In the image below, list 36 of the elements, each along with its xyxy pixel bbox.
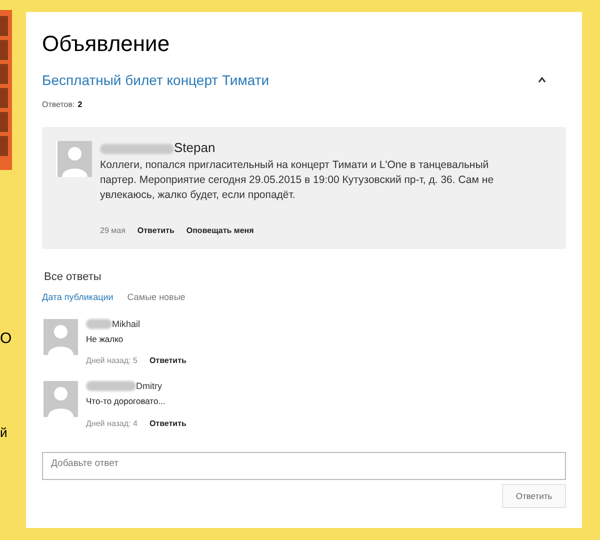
author-name: Mikhail: [112, 320, 140, 328]
side-text: й: [0, 424, 8, 442]
submit-button[interactable]: Ответить: [502, 484, 566, 508]
reply-link[interactable]: Ответить: [149, 355, 186, 368]
avatar-icon: [56, 140, 92, 176]
page-heading: Объявление: [42, 30, 171, 58]
reply-age: Дней назад: 5: [86, 355, 138, 368]
reply-text: Не жалко: [86, 332, 124, 346]
post-text: Коллеги, попался пригласительный на концерт Тимати и L'One в танцевальный партер. Мероприятие сегодня 29.05.2015 в 19:00 Кутузовский пр-т, д. 36. Сам не увлекаюсь, жалко будет, если пропадёт.: [100, 158, 495, 202]
answers-label: Ответов:: [42, 98, 75, 110]
avatar-icon: [42, 381, 78, 418]
reply-age: Дней назад: 4: [86, 418, 138, 430]
side-tile: [0, 112, 8, 132]
author-name: Stepan: [174, 140, 216, 154]
side-tile: [0, 16, 8, 36]
reply-link[interactable]: Ответить: [149, 418, 186, 430]
author-name: Dmitry: [136, 382, 162, 392]
side-tile: [0, 136, 8, 156]
reply-input[interactable]: Добавьте ответ: [42, 452, 566, 480]
side-tile: [0, 64, 8, 84]
name-redaction: [86, 381, 136, 392]
avatar-icon: [42, 318, 78, 354]
sort-tab[interactable]: Самые новые: [127, 291, 186, 304]
sort-tab[interactable]: Дата публикации: [42, 291, 114, 304]
post-action-link[interactable]: Ответить: [137, 224, 174, 236]
side-text: О: [0, 329, 13, 349]
post-date: 29 мая: [100, 224, 126, 236]
section-title: Все ответы: [44, 270, 102, 284]
post-action-link[interactable]: Оповещать меня: [186, 224, 254, 236]
answers-count: 2: [78, 98, 82, 110]
name-redaction: [86, 318, 112, 328]
chevron-up-icon[interactable]: [538, 77, 546, 83]
topic-title: Бесплатный билет концерт Тимати: [42, 70, 270, 90]
side-tile: [0, 88, 8, 108]
side-tile: [0, 40, 8, 60]
reply-text: Что-то дороговато...: [86, 395, 166, 408]
